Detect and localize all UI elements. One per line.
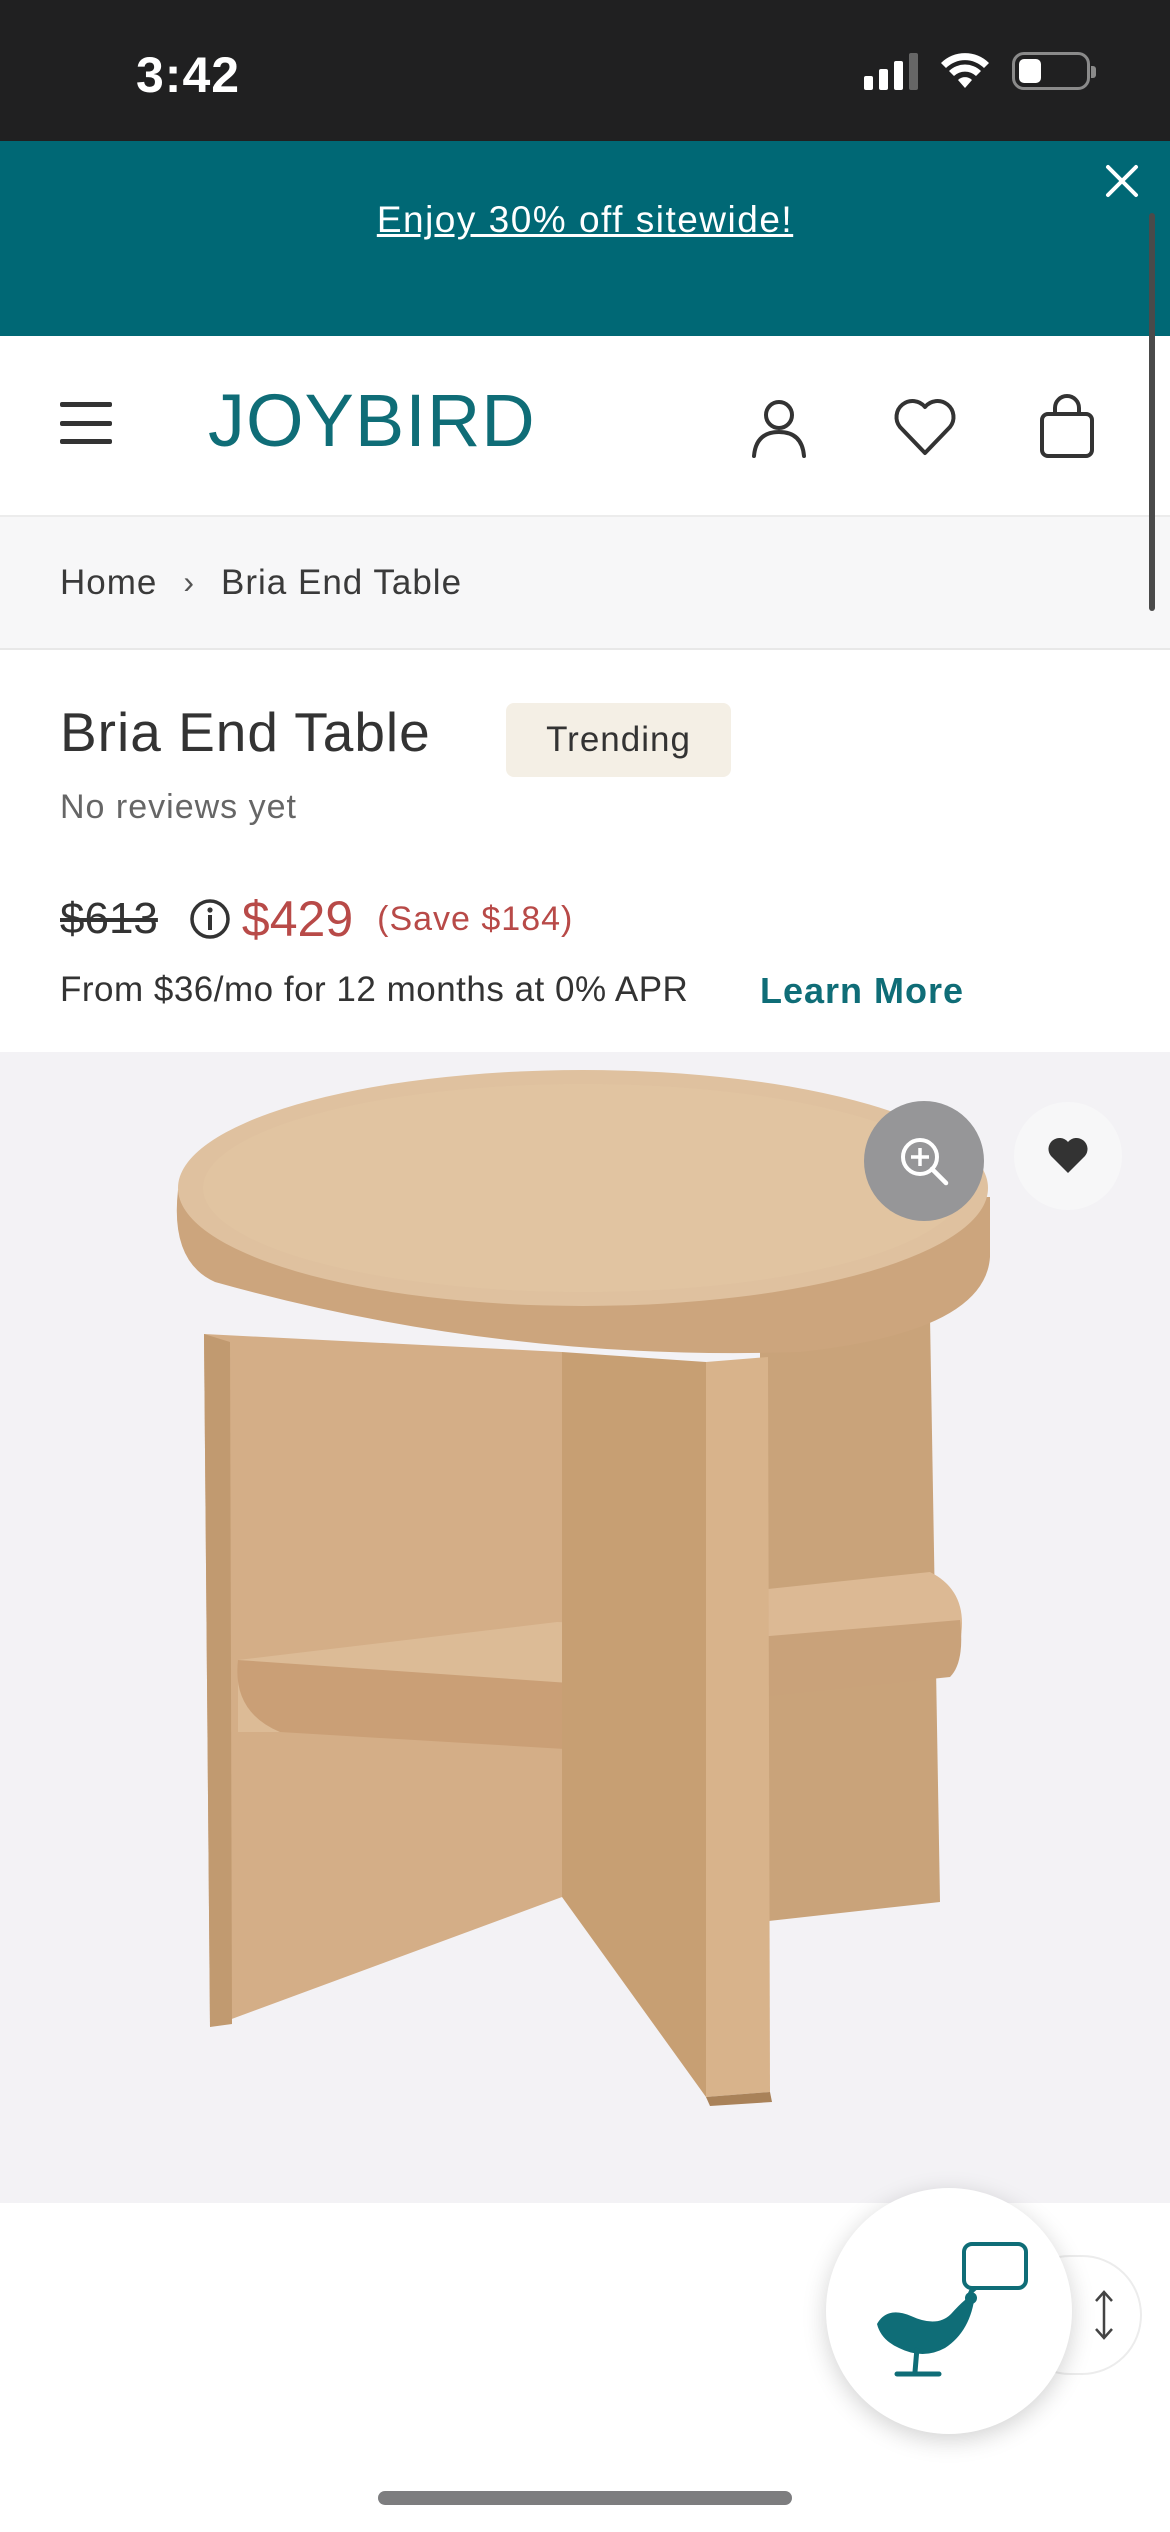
zoom-in-icon	[901, 1138, 949, 1186]
bird-chat-icon	[877, 2242, 1028, 2377]
menu-icon[interactable]	[60, 398, 112, 448]
wishlist-button[interactable]	[1014, 1102, 1122, 1210]
savings-text: (Save $184)	[377, 899, 574, 938]
breadcrumb: Home › Bria End Table	[0, 517, 1170, 650]
status-bar: 3:42	[0, 0, 1170, 141]
chat-button[interactable]	[826, 2188, 1072, 2434]
financing-text: From $36/mo for 12 months at 0% APR	[60, 970, 689, 1009]
breadcrumb-home[interactable]: Home	[60, 563, 157, 603]
heart-filled-icon	[1048, 1137, 1088, 1173]
status-icons	[864, 52, 1096, 90]
product-image	[176, 1070, 990, 2106]
bag-icon[interactable]	[1032, 392, 1102, 462]
original-price: $613	[60, 894, 158, 943]
promo-banner: Enjoy 30% off sitewide!	[0, 141, 1170, 336]
status-time: 3:42	[136, 47, 241, 103]
reviews-text[interactable]: No reviews yet	[60, 788, 297, 827]
product-title: Bria End Table	[60, 701, 431, 763]
signal-icon	[864, 52, 918, 90]
heart-icon[interactable]	[890, 392, 960, 462]
chevron-right-icon: ›	[183, 564, 196, 600]
battery-icon	[1012, 52, 1096, 90]
home-indicator	[378, 2491, 792, 2505]
info-icon[interactable]	[188, 897, 232, 941]
logo[interactable]: JOYBIRD	[208, 378, 536, 463]
site-header: JOYBIRD	[0, 336, 1170, 517]
learn-more-link[interactable]: Learn More	[760, 970, 964, 1012]
zoom-button[interactable]	[864, 1101, 984, 1221]
close-icon[interactable]	[1092, 151, 1152, 211]
breadcrumb-current: Bria End Table	[221, 562, 463, 602]
product-image-area[interactable]	[0, 1052, 1170, 2203]
sale-price: $429	[241, 891, 354, 947]
price-row: $613 $429 (Save $184)	[60, 890, 573, 948]
vertical-arrows-icon	[1095, 2290, 1113, 2340]
promo-link[interactable]: Enjoy 30% off sitewide!	[0, 199, 1170, 241]
scrollbar[interactable]	[1149, 213, 1155, 611]
trending-badge: Trending	[506, 703, 731, 777]
account-icon[interactable]	[744, 392, 814, 462]
wifi-icon	[941, 53, 989, 88]
